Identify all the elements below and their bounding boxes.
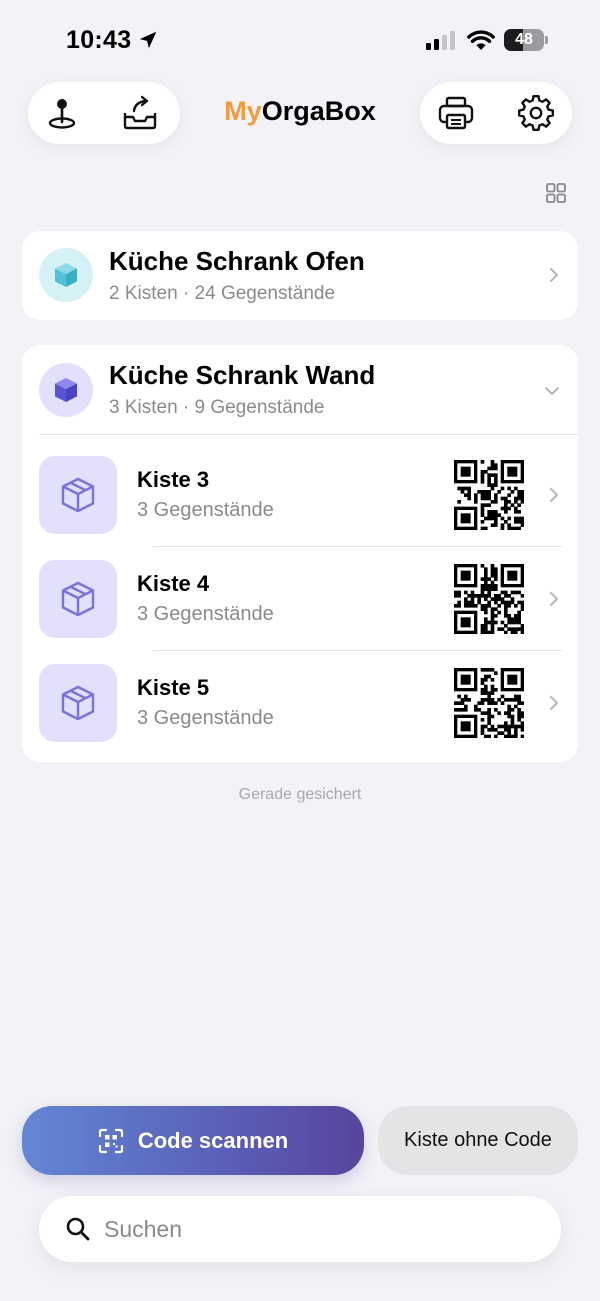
chevron-right-icon — [549, 487, 559, 503]
search-input[interactable]: Suchen — [104, 1216, 182, 1243]
gear-icon — [518, 95, 554, 131]
box-thumbnail — [39, 560, 117, 638]
box-outline-icon — [61, 581, 95, 617]
search-icon — [66, 1217, 90, 1241]
box-item-count: 3 Gegenstände — [137, 499, 274, 521]
location-avatar — [39, 248, 93, 302]
box-name: Kiste 5 — [137, 675, 210, 700]
location-card-kueche-schrank-ofen[interactable]: Küche Schrank Ofen 2 Kisten · 24 Gegenst… — [22, 231, 578, 320]
location-summary: 2 Kisten · 24 Gegenstände — [109, 283, 336, 304]
qr-code-icon — [454, 460, 524, 530]
qr-code-icon — [454, 564, 524, 634]
location-card-kueche-schrank-wand: Küche Schrank Wand 3 Kisten · 9 Gegenstä… — [22, 345, 578, 762]
cube-icon — [55, 263, 77, 287]
grid-view-icon[interactable] — [544, 181, 568, 205]
qr-scan-icon — [98, 1128, 123, 1153]
location-avatar — [39, 363, 93, 417]
scan-code-button[interactable]: Code scannen — [22, 1106, 364, 1175]
box-without-code-label: Kiste ohne Code — [404, 1129, 552, 1151]
scan-code-label: Code scannen — [137, 1127, 289, 1153]
box-without-code-button[interactable]: Kiste ohne Code — [378, 1106, 578, 1175]
box-row-kiste-3[interactable]: Kiste 3 3 Gegenstände — [22, 443, 578, 547]
location-header[interactable]: Küche Schrank Wand 3 Kisten · 9 Gegenstä… — [22, 345, 578, 434]
location-name: Küche Schrank Ofen — [109, 246, 365, 276]
app-title: MyOrgaBox — [224, 96, 376, 126]
chevron-right-icon — [549, 267, 559, 283]
status-time: 10:43 — [66, 26, 132, 54]
box-outline-icon — [61, 685, 95, 721]
settings-button[interactable] — [516, 93, 556, 133]
export-tray-icon — [123, 95, 157, 130]
search-bar[interactable]: Suchen — [39, 1196, 561, 1262]
sync-status: Gerade gesichert — [238, 786, 362, 803]
box-row-kiste-5[interactable]: Kiste 5 3 Gegenstände — [22, 651, 578, 755]
print-button[interactable] — [436, 93, 476, 133]
chevron-right-icon — [549, 695, 559, 711]
cube-icon — [55, 378, 77, 402]
header-right-actions — [420, 82, 572, 144]
export-button[interactable] — [120, 93, 160, 133]
box-name: Kiste 3 — [137, 467, 210, 492]
box-row-kiste-4[interactable]: Kiste 4 3 Gegenstände — [22, 547, 578, 651]
location-arrow-icon — [139, 31, 157, 49]
qr-code-icon — [454, 668, 524, 738]
chevron-right-icon — [549, 591, 559, 607]
battery-level: 48 — [515, 31, 533, 48]
box-thumbnail — [39, 456, 117, 534]
chevron-down-icon — [544, 386, 560, 396]
location-pin-icon — [48, 99, 76, 129]
box-item-count: 3 Gegenstände — [137, 707, 274, 729]
box-name: Kiste 4 — [137, 571, 210, 596]
box-thumbnail — [39, 664, 117, 742]
location-button[interactable] — [42, 93, 82, 133]
box-item-count: 3 Gegenstände — [137, 603, 274, 625]
wifi-icon — [467, 30, 495, 50]
location-summary: 3 Kisten · 9 Gegenstände — [109, 397, 325, 418]
battery-indicator: 48 — [504, 29, 548, 51]
printer-icon — [438, 96, 474, 130]
status-bar: 10:43 48 — [0, 0, 600, 80]
location-name: Küche Schrank Wand — [109, 360, 376, 390]
box-outline-icon — [61, 477, 95, 513]
header-left-actions — [28, 82, 180, 144]
divider — [39, 434, 578, 435]
cellular-signal-icon — [426, 31, 455, 50]
